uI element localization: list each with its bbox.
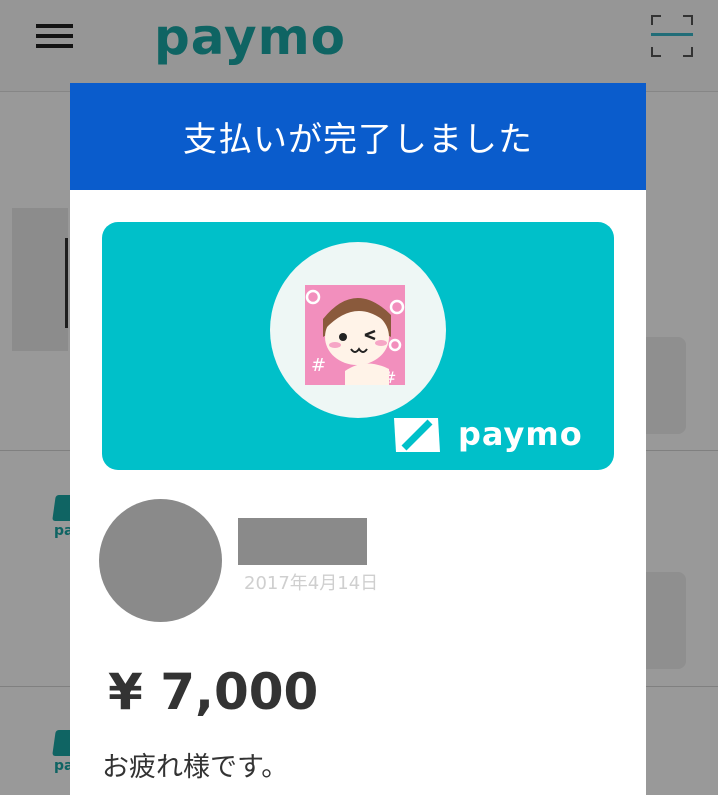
paymo-mark-icon	[394, 418, 440, 452]
sticker-image: # #	[305, 285, 405, 385]
card-logo-text: paymo	[458, 415, 583, 453]
dialog-header: 支払いが完了しました	[70, 83, 646, 190]
payment-amount: ¥ 7,000	[108, 663, 319, 721]
payment-message: お疲れ様です。	[102, 752, 289, 783]
card-paymo-logo: paymo	[390, 414, 583, 454]
dialog-title: 支払いが完了しました	[183, 120, 533, 160]
paymo-card: # # paymo	[102, 222, 614, 470]
sender-name-redacted	[238, 518, 367, 565]
svg-text:#: #	[311, 355, 326, 376]
payment-complete-dialog: 支払いが完了しました # # paymo 2017年4月14日 ¥ 7,000 …	[70, 83, 646, 795]
recipient-avatar: # #	[270, 242, 446, 418]
sender-avatar	[99, 499, 222, 622]
payment-date: 2017年4月14日	[244, 573, 379, 594]
